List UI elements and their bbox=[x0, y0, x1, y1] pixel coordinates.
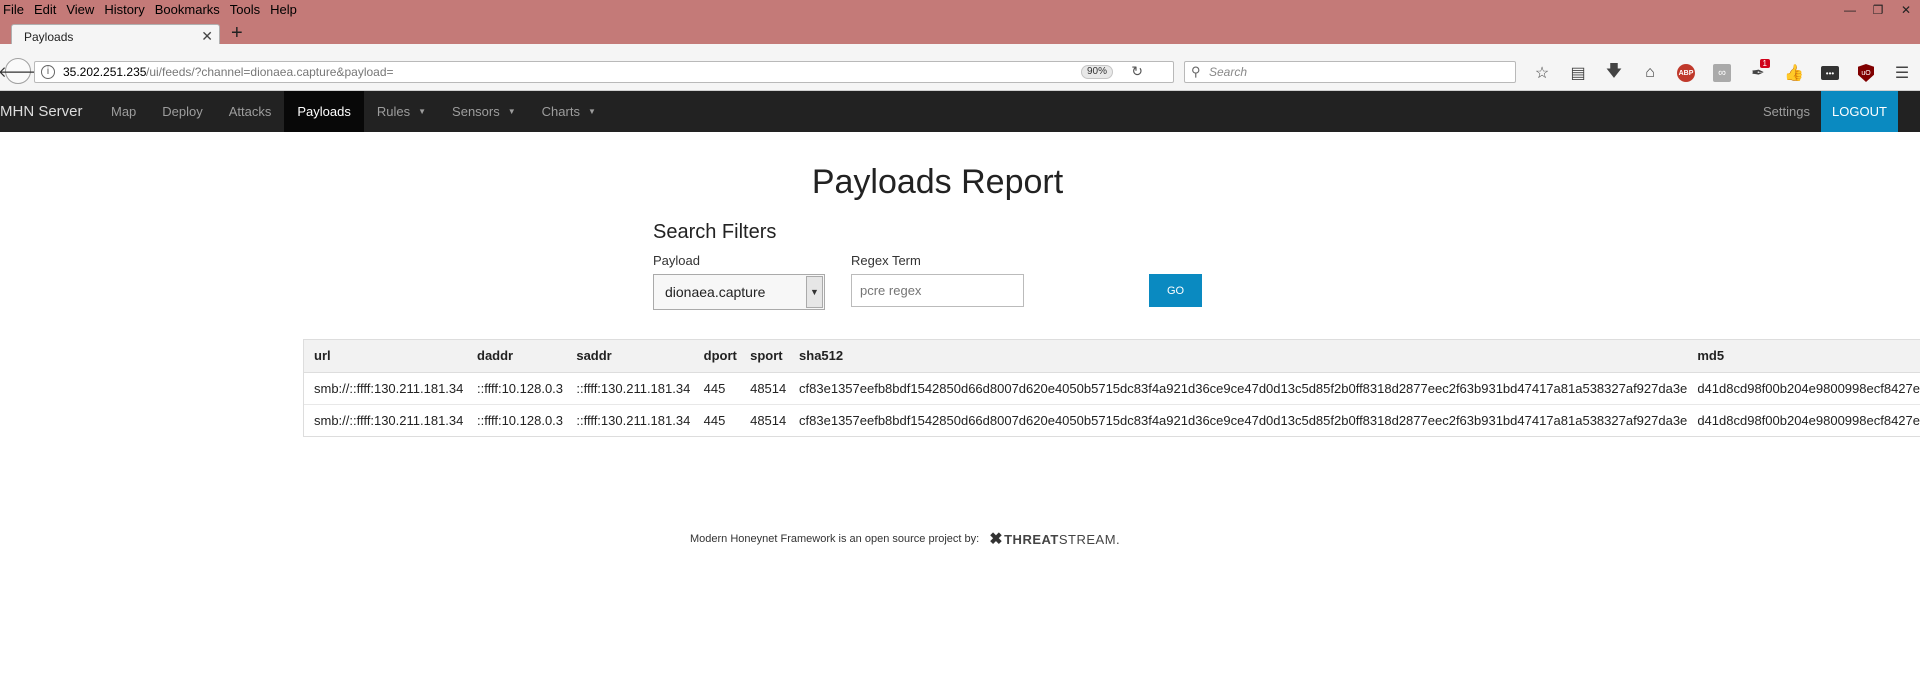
cell-sport: 48514 bbox=[740, 403, 790, 436]
nav-rules-label: Rules bbox=[376, 104, 411, 119]
cell-sport: 48514 bbox=[740, 372, 790, 404]
col-saddr: saddr bbox=[566, 340, 694, 373]
nav-links: Map Deploy Attacks Payloads Rules ▼ Senso… bbox=[98, 91, 609, 132]
tab-title: Payloads bbox=[24, 30, 74, 44]
payload-select-value: dionaea.capture bbox=[665, 284, 766, 300]
url-path: /ui/feeds/?channel=dionaea.capture&paylo… bbox=[146, 65, 394, 79]
notification-extension-icon[interactable]: ✒ 1 bbox=[1740, 59, 1776, 84]
chevron-down-icon[interactable]: ▼ bbox=[806, 276, 823, 308]
download-icon[interactable]: 🡇 bbox=[1596, 62, 1632, 84]
menu-edit[interactable]: Edit bbox=[29, 2, 61, 17]
adblock-plus-icon[interactable]: ABP bbox=[1668, 62, 1704, 84]
nav-sensors-label: Sensors bbox=[452, 104, 500, 119]
caret-down-icon: ▼ bbox=[507, 107, 516, 116]
caret-down-icon: ▼ bbox=[418, 107, 427, 116]
cell-dport: 445 bbox=[693, 372, 741, 404]
menu-file[interactable]: File bbox=[0, 2, 29, 17]
menu-history[interactable]: History bbox=[99, 2, 149, 17]
results-table: url daddr saddr dport sport sha512 md5 s… bbox=[303, 339, 1920, 437]
ublock-icon[interactable]: uO bbox=[1848, 62, 1884, 84]
cell-saddr: ::ffff:130.211.181.34 bbox=[566, 403, 694, 436]
cell-daddr: ::ffff:10.128.0.3 bbox=[467, 372, 567, 404]
menu-help[interactable]: Help bbox=[265, 2, 302, 17]
nav-map[interactable]: Map bbox=[98, 91, 149, 132]
logout-button[interactable]: LOGOUT bbox=[1821, 91, 1898, 132]
col-sport: sport bbox=[740, 340, 790, 373]
toolbar-icons: ☆ ▤ 🡇 ⌂ ABP ∞ ✒ 1 👍 ••• uO ☰ bbox=[1524, 59, 1920, 84]
table-row: smb://::ffff:130.211.181.34 ::ffff:10.12… bbox=[304, 372, 1920, 404]
nav-charts[interactable]: Charts ▼ bbox=[529, 91, 609, 132]
cell-daddr: ::ffff:10.128.0.3 bbox=[467, 403, 567, 436]
nav-attacks[interactable]: Attacks bbox=[216, 91, 285, 132]
site-navbar: MHN Server Map Deploy Attacks Payloads R… bbox=[0, 91, 1920, 132]
menu-view[interactable]: View bbox=[61, 2, 99, 17]
col-dport: dport bbox=[693, 340, 741, 373]
nav-charts-label: Charts bbox=[541, 104, 580, 119]
filters-title: Search Filters bbox=[653, 221, 777, 243]
footer: Modern Honeynet Framework is an open sou… bbox=[690, 529, 1120, 549]
menu-tools[interactable]: Tools bbox=[225, 2, 265, 17]
logo-text-light: STREAM. bbox=[1058, 531, 1121, 547]
restore-icon[interactable]: ❐ bbox=[1864, 0, 1892, 20]
payload-select[interactable]: dionaea.capture ▼ bbox=[653, 274, 825, 310]
url-bar[interactable]: i 35.202.251.235 /ui/feeds/?channel=dion… bbox=[34, 61, 1174, 83]
col-url: url bbox=[304, 340, 467, 373]
col-daddr: daddr bbox=[467, 340, 567, 373]
page-title: Payloads Report bbox=[811, 163, 1064, 201]
menu-bookmarks[interactable]: Bookmarks bbox=[150, 2, 225, 17]
nav-payloads[interactable]: Payloads bbox=[284, 91, 364, 132]
nav-deploy[interactable]: Deploy bbox=[149, 91, 215, 132]
payload-label: Payload bbox=[653, 253, 700, 268]
close-window-icon[interactable]: ✕ bbox=[1892, 0, 1920, 20]
regex-label: Regex Term bbox=[851, 253, 921, 268]
threatstream-x-icon: ✖ bbox=[989, 531, 1004, 548]
cell-url: smb://::ffff:130.211.181.34 bbox=[304, 403, 467, 436]
bookmark-star-icon[interactable]: ☆ bbox=[1524, 62, 1560, 84]
hamburger-menu-icon[interactable]: ☰ bbox=[1884, 62, 1920, 84]
home-icon[interactable]: ⌂ bbox=[1632, 62, 1668, 84]
brand[interactable]: MHN Server bbox=[0, 103, 83, 120]
search-icon: ⚲ bbox=[1191, 64, 1201, 79]
caret-down-icon: ▼ bbox=[587, 107, 596, 116]
cell-sha512: cf83e1357eefb8bdf1542850d66d8007d620e405… bbox=[789, 403, 1688, 436]
go-button[interactable]: GO bbox=[1149, 274, 1202, 307]
cell-sha512: cf83e1357eefb8bdf1542850d66d8007d620e405… bbox=[789, 372, 1688, 404]
site-info-icon[interactable]: i bbox=[41, 65, 55, 79]
table-row: smb://::ffff:130.211.181.34 ::ffff:10.12… bbox=[304, 403, 1920, 436]
url-host: 35.202.251.235 bbox=[63, 65, 147, 79]
cell-saddr: ::ffff:130.211.181.34 bbox=[566, 372, 694, 404]
tab-strip: Payloads ✕ bbox=[0, 20, 1920, 48]
cell-url: smb://::ffff:130.211.181.34 bbox=[304, 372, 467, 404]
browser-menubar: File Edit View History Bookmarks Tools H… bbox=[0, 0, 1920, 20]
cell-md5: d41d8cd98f00b204e9800998ecf8427e bbox=[1687, 372, 1920, 404]
logo-text-bold: THREAT bbox=[1004, 531, 1059, 547]
col-sha512: sha512 bbox=[789, 340, 1688, 373]
minimize-icon[interactable]: — bbox=[1836, 0, 1864, 20]
notification-count: 1 bbox=[1759, 59, 1770, 68]
browser-navbar: 🡐 i 35.202.251.235 /ui/feeds/?channel=di… bbox=[0, 44, 1920, 91]
nav-sensors[interactable]: Sensors ▼ bbox=[439, 91, 529, 132]
search-input[interactable]: ⚲ Search bbox=[1184, 61, 1516, 83]
back-arrow-icon[interactable]: 🡐 bbox=[0, 58, 38, 84]
footer-text: Modern Honeynet Framework is an open sou… bbox=[690, 533, 980, 545]
reload-icon[interactable]: ↻ bbox=[1131, 63, 1143, 80]
tab-close-icon[interactable]: ✕ bbox=[201, 28, 213, 45]
threatstream-logo[interactable]: ✖ THREAT STREAM. bbox=[989, 529, 1120, 549]
table-header-row: url daddr saddr dport sport sha512 md5 bbox=[304, 340, 1920, 373]
gray-extension-icon[interactable]: ∞ bbox=[1704, 62, 1740, 84]
nav-rules[interactable]: Rules ▼ bbox=[364, 91, 439, 132]
cell-dport: 445 bbox=[693, 403, 741, 436]
dark-extension-icon[interactable]: ••• bbox=[1812, 62, 1848, 84]
col-md5: md5 bbox=[1687, 340, 1920, 373]
zoom-level[interactable]: 90% bbox=[1080, 65, 1113, 79]
thumbs-up-icon[interactable]: 👍 bbox=[1776, 62, 1812, 84]
cell-md5: d41d8cd98f00b204e9800998ecf8427e bbox=[1687, 403, 1920, 436]
regex-input[interactable] bbox=[851, 274, 1024, 307]
nav-settings[interactable]: Settings bbox=[1763, 91, 1810, 132]
search-placeholder: Search bbox=[1209, 65, 1248, 79]
reading-list-icon[interactable]: ▤ bbox=[1560, 62, 1596, 84]
new-tab-icon[interactable]: + bbox=[231, 23, 243, 43]
